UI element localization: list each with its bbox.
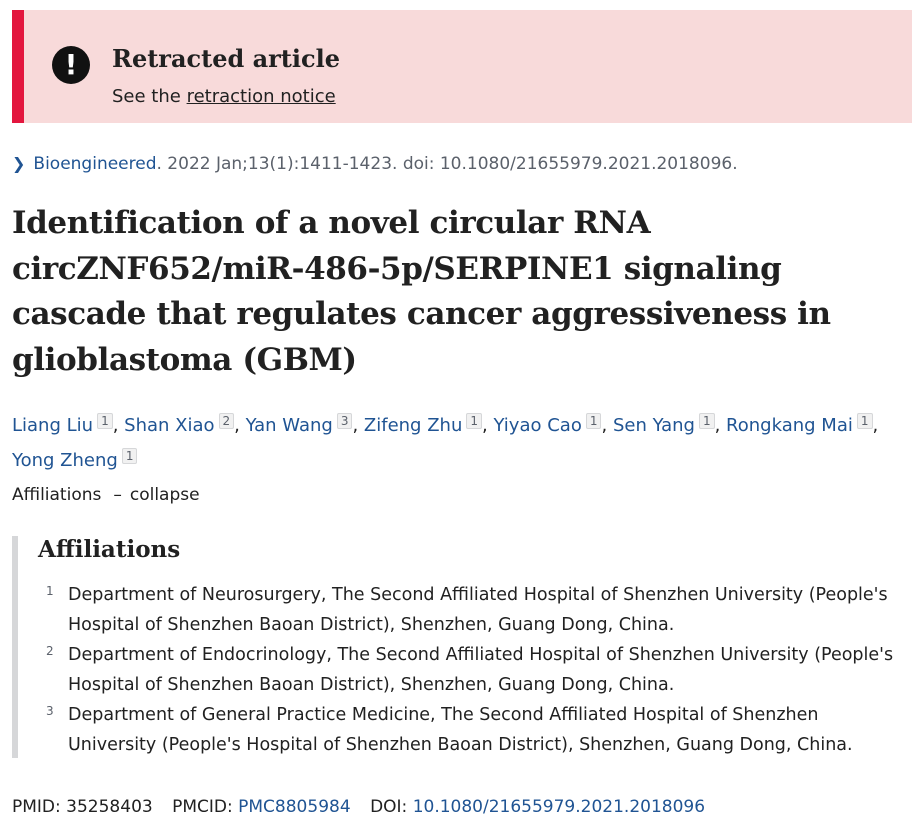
author-item: Shan Xiao 2	[124, 413, 235, 436]
affiliation-ref[interactable]: 1	[698, 413, 715, 429]
author-item: Yiyao Cao 1	[493, 413, 602, 436]
retraction-banner: ! Retracted article See the retraction n…	[12, 10, 912, 123]
affiliations-list: 1 Department of Neurosurgery, The Second…	[18, 580, 898, 760]
collapse-button[interactable]: collapse	[130, 485, 200, 505]
citation-details: . 2022 Jan;13(1):1411-1423. doi: 10.1080…	[156, 154, 738, 174]
affiliations-heading: Affiliations	[38, 536, 181, 563]
affiliation-ref[interactable]: 1	[121, 448, 138, 464]
doi-label: DOI:	[370, 797, 408, 817]
banner-title: Retracted article	[112, 44, 340, 73]
affiliation-ref[interactable]: 3	[336, 413, 353, 429]
chevron-right-icon[interactable]: ❯	[12, 154, 25, 173]
affiliation-item: 2 Department of Endocrinology, The Secon…	[18, 640, 898, 700]
identifier-line: PMID: 35258403 PMCID: PMC8805984 DOI: 10…	[12, 797, 705, 817]
pmcid-link[interactable]: PMC8805984	[238, 797, 351, 817]
affiliation-ref[interactable]: 1	[856, 413, 873, 429]
journal-link[interactable]: Bioengineered	[33, 154, 156, 174]
citation-line: ❯ Bioengineered. 2022 Jan;13(1):1411-1423…	[12, 154, 738, 174]
author-link[interactable]: Zifeng Zhu	[364, 415, 462, 436]
affiliation-text: Department of Endocrinology, The Second …	[68, 645, 894, 695]
author-item: Sen Yang 1	[613, 413, 715, 436]
alert-exclamation-icon: !	[52, 46, 90, 84]
pmid-label: PMID:	[12, 797, 61, 817]
affiliation-ref[interactable]: 1	[585, 413, 602, 429]
affiliation-ref[interactable]: 2	[218, 413, 235, 429]
author-link[interactable]: Yiyao Cao	[493, 415, 581, 436]
affiliations-toggle-label: Affiliations	[12, 485, 102, 505]
author-link[interactable]: Yong Zheng	[12, 450, 118, 471]
author-item: Zifeng Zhu 1	[364, 413, 482, 436]
affiliation-item: 3 Department of General Practice Medicin…	[18, 700, 898, 760]
affiliation-ref[interactable]: 1	[97, 413, 113, 429]
affiliation-text: Department of General Practice Medicine,…	[68, 705, 853, 755]
author-link[interactable]: Yan Wang	[246, 415, 333, 436]
banner-subtitle: See the retraction notice	[112, 86, 336, 107]
banner-subtitle-prefix: See the	[112, 86, 181, 107]
author-link[interactable]: Liang Liu	[12, 415, 93, 436]
affiliation-text: Department of Neurosurgery, The Second A…	[68, 585, 888, 635]
pmcid-label: PMCID:	[172, 797, 233, 817]
doi-link[interactable]: 10.1080/21655979.2021.2018096	[413, 797, 705, 817]
author-link[interactable]: Sen Yang	[613, 415, 695, 436]
affiliation-number: 2	[46, 644, 54, 658]
toggle-dash: –	[113, 485, 122, 505]
author-link[interactable]: Rongkang Mai	[726, 415, 853, 436]
retraction-notice-link[interactable]: retraction notice	[187, 86, 336, 107]
affiliation-number: 3	[46, 704, 54, 718]
author-item: Yan Wang 3	[246, 413, 353, 436]
affiliations-toggle[interactable]: Affiliations – collapse	[12, 485, 200, 505]
article-title: Identification of a novel circular RNA c…	[12, 205, 831, 378]
author-link[interactable]: Shan Xiao	[124, 415, 214, 436]
author-item: Yong Zheng 1	[12, 448, 138, 471]
author-item: Rongkang Mai 1	[726, 413, 873, 436]
affiliation-item: 1 Department of Neurosurgery, The Second…	[18, 580, 898, 640]
affiliations-panel: Affiliations 1 Department of Neurosurger…	[12, 536, 902, 758]
author-item: Liang Liu 1	[12, 413, 113, 436]
pmid-value: 35258403	[66, 797, 153, 817]
affiliation-ref[interactable]: 1	[466, 413, 482, 429]
author-list: Liang Liu 1, Shan Xiao 2, Yan Wang 3, Zifen…	[12, 413, 879, 471]
affiliation-number: 1	[46, 584, 54, 598]
